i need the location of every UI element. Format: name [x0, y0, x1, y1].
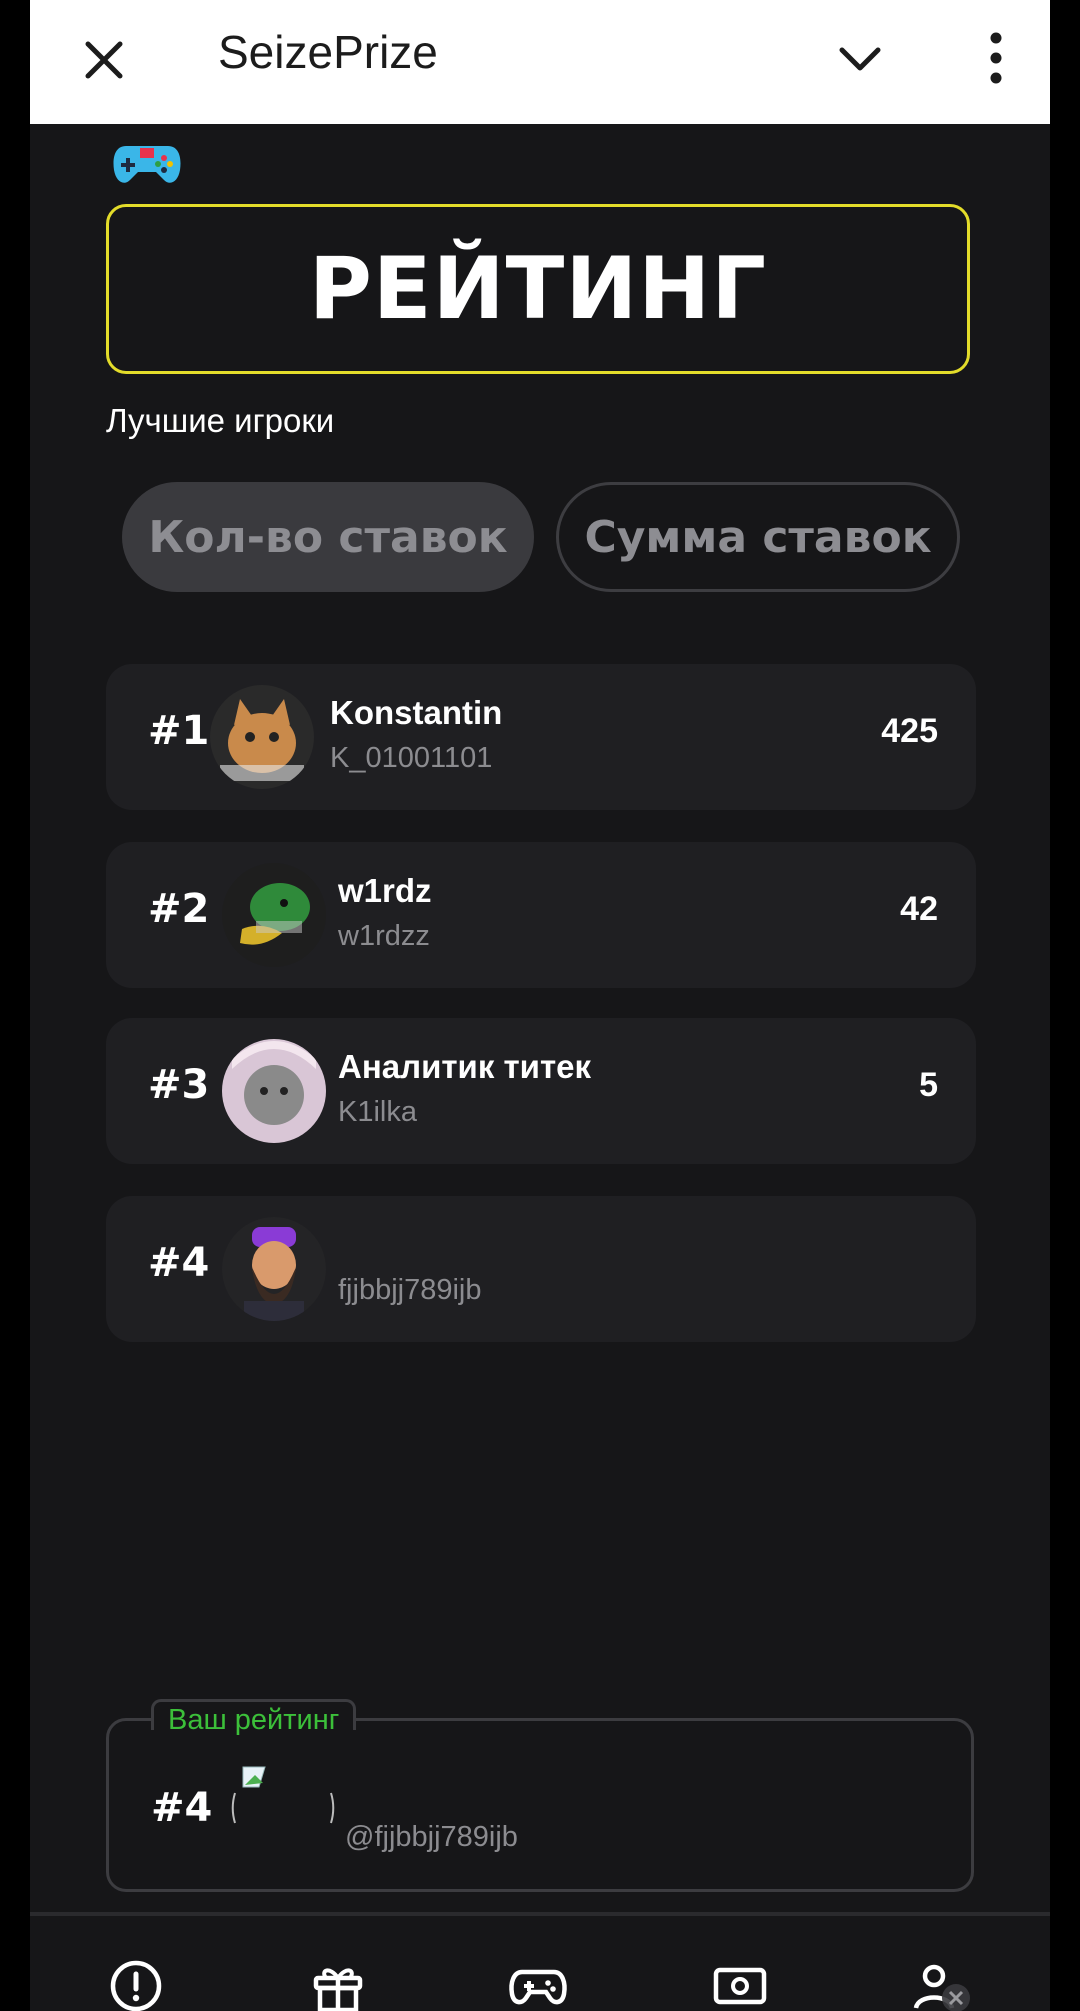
close-button[interactable] — [74, 30, 134, 90]
my-avatar-broken-image-icon — [229, 1757, 337, 1861]
section-subtitle: Лучшие игроки — [106, 402, 335, 439]
my-rank: #4 — [151, 1785, 213, 1831]
player-score: 42 — [900, 890, 938, 928]
nav-alerts[interactable] — [106, 1956, 166, 2011]
money-icon — [713, 1967, 767, 2005]
leaderboard-row[interactable]: #2 w1rdz w1rdzz 42 — [106, 842, 976, 988]
nav-games[interactable] — [508, 1956, 568, 2011]
player-handle: w1rdzz — [338, 920, 430, 952]
player-score: 5 — [919, 1066, 938, 1104]
alert-icon — [110, 1960, 162, 2011]
bottom-navigation — [30, 1912, 1050, 2011]
player-name: Konstantin — [330, 694, 503, 731]
nav-gifts[interactable] — [308, 1956, 368, 2011]
page-title: РЕЙТИНГ — [308, 239, 768, 339]
player-handle: fjjbbjj789ijb — [338, 1274, 482, 1306]
top-bar: SeizePrize — [30, 0, 1050, 124]
leaderboard-row[interactable]: #4 fjjbbjj789ijb — [106, 1196, 976, 1342]
avatar — [222, 863, 326, 967]
rank-label: #3 — [148, 1062, 210, 1108]
gamepad-icon — [509, 1969, 567, 2005]
player-handle: K_01001101 — [330, 742, 493, 774]
rank-label: #2 — [148, 886, 210, 932]
player-score: 425 — [881, 712, 938, 750]
rank-label: #1 — [148, 708, 210, 754]
tab-bet-sum[interactable]: Сумма ставок — [556, 482, 960, 592]
tab-bet-count[interactable]: Кол-во ставок — [122, 482, 534, 592]
rank-label: #4 — [148, 1240, 210, 1286]
profile-icon — [913, 1964, 970, 2011]
gamepad-logo-icon — [112, 140, 182, 188]
gift-icon — [313, 1968, 363, 2011]
collapse-button[interactable] — [830, 30, 890, 90]
more-menu-button[interactable] — [976, 26, 1016, 90]
avatar — [222, 1039, 326, 1143]
leaderboard-row[interactable]: #1 Konstantin K_01001101 425 — [106, 664, 976, 810]
chevron-down-icon — [839, 47, 881, 71]
nav-money[interactable] — [710, 1956, 770, 2011]
page-title-box: РЕЙТИНГ — [106, 204, 970, 374]
more-vertical-icon — [990, 32, 1002, 84]
my-rating-label: Ваш рейтинг — [151, 1699, 357, 1736]
nav-profile[interactable] — [910, 1956, 970, 2011]
player-name: Аналитик титек — [338, 1048, 591, 1085]
my-rating-card: Ваш рейтинг #4 @fjjbbjj789ijb — [106, 1699, 974, 1892]
close-icon — [85, 41, 123, 79]
player-handle: K1ilka — [338, 1096, 417, 1128]
avatar — [222, 1217, 326, 1321]
leaderboard-row[interactable]: #3 Аналитик титек K1ilka 5 — [106, 1018, 976, 1164]
app-screen: SeizePrize РЕЙТИНГ Лучшие игроки Кол-во … — [30, 0, 1050, 2011]
avatar — [210, 685, 314, 789]
player-name: w1rdz — [338, 872, 432, 909]
my-handle: @fjjbbjj789ijb — [345, 1821, 518, 1853]
app-title: SeizePrize — [218, 26, 438, 78]
